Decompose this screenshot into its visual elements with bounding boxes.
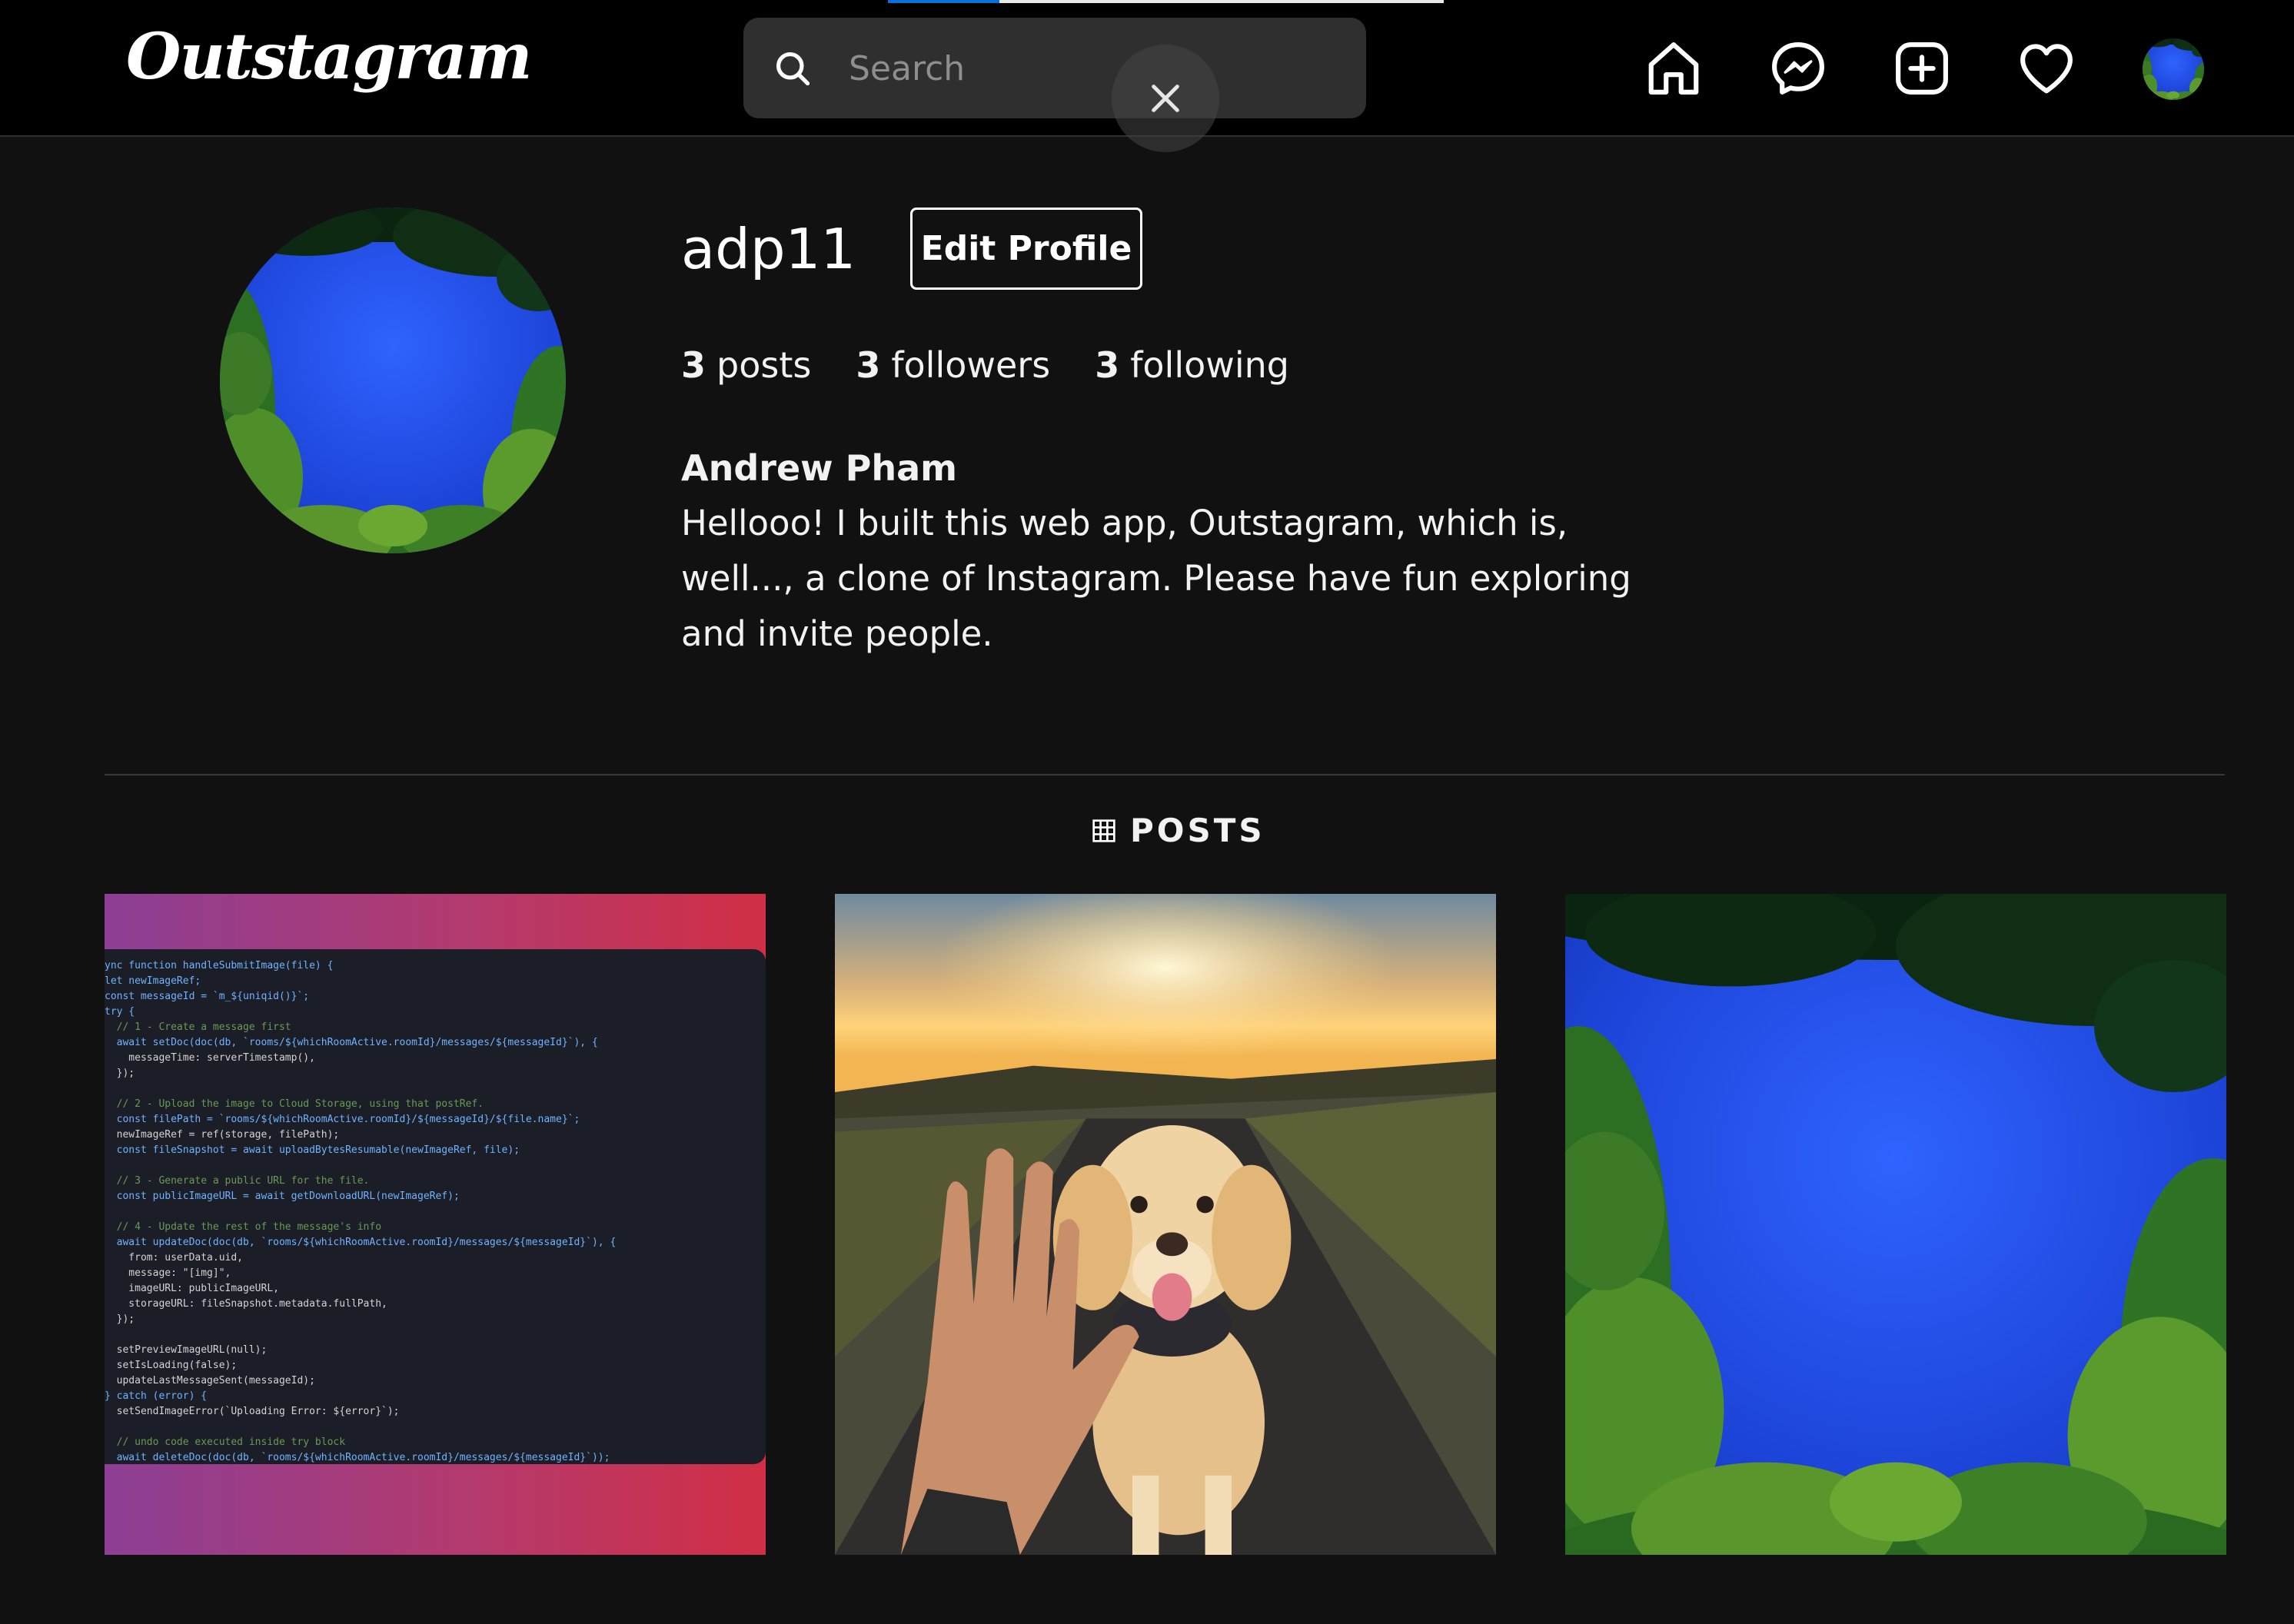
- heart-icon[interactable]: [2016, 38, 2076, 98]
- tab-posts-label: POSTS: [1130, 812, 1265, 849]
- following-count-label: following: [1130, 344, 1290, 386]
- search-icon: [776, 51, 810, 86]
- code-line: // 3 - Generate a public URL for the fil…: [105, 1175, 370, 1187]
- code-line: from: userData.uid,: [105, 1252, 244, 1264]
- code-line: const messageId = `m_${uniqid()}`;: [105, 991, 310, 1002]
- code-line: const publicImageURL = await getDownload…: [105, 1191, 460, 1202]
- loading-progress-bar: [888, 0, 1444, 3]
- code-line: });: [105, 1313, 135, 1325]
- code-line: // 2 - Upload the image to Cloud Storage…: [105, 1098, 484, 1110]
- profile-username: adp11: [681, 217, 856, 281]
- following-count-number: 3: [1095, 344, 1120, 386]
- code-line: });: [105, 1068, 135, 1079]
- messenger-icon[interactable]: [1768, 38, 1828, 98]
- code-line: setSendImageError(`Uploading Error: ${er…: [105, 1406, 400, 1417]
- post-thumbnail-dog[interactable]: [835, 894, 1496, 1555]
- code-line: imageURL: publicImageURL,: [105, 1283, 279, 1294]
- followers-count[interactable]: 3 followers: [856, 338, 1050, 392]
- posts-count[interactable]: 3 posts: [681, 338, 811, 392]
- code-line: // 4 - Update the rest of the message's …: [105, 1221, 382, 1233]
- code-line: // undo code executed inside try block: [105, 1436, 346, 1448]
- code-line: messageTime: serverTimestamp(),: [105, 1052, 315, 1064]
- followers-count-label: followers: [891, 344, 1051, 386]
- post-thumbnail-code[interactable]: ync function handleSubmitImage(file) { le…: [105, 894, 766, 1555]
- code-line: await updateDoc(doc(db, `rooms/${whichRo…: [105, 1237, 617, 1248]
- code-line: updateLastMessageSent(messageId);: [105, 1375, 315, 1387]
- search-bar[interactable]: [743, 18, 1366, 118]
- code-line: storageURL: fileSnapshot.metadata.fullPa…: [105, 1298, 387, 1310]
- profile-stats: 3 posts 3 followers 3 following: [681, 338, 1289, 392]
- code-line: // 1 - Create a message first: [105, 1021, 291, 1033]
- code-line: let newImageRef;: [105, 975, 201, 987]
- avatar[interactable]: [2143, 38, 2204, 100]
- app-logo[interactable]: Outstagram: [126, 11, 533, 103]
- code-snippet: ync function handleSubmitImage(file) { le…: [105, 949, 766, 1464]
- posts-count-label: posts: [716, 344, 812, 386]
- clear-search-button[interactable]: [1112, 45, 1219, 152]
- code-line: const fileSnapshot = await uploadBytesRe…: [105, 1144, 520, 1156]
- posts-count-number: 3: [681, 344, 706, 386]
- code-line: const filePath = `rooms/${whichRoomActiv…: [105, 1114, 580, 1125]
- code-line: try {: [105, 1006, 135, 1018]
- code-line: setIsLoading(false);: [105, 1360, 238, 1371]
- loading-progress-fill: [888, 0, 999, 3]
- profile-avatar[interactable]: [220, 208, 566, 553]
- code-line: newImageRef = ref(storage, filePath);: [105, 1129, 340, 1141]
- section-divider: [105, 774, 2225, 775]
- following-count[interactable]: 3 following: [1095, 338, 1289, 392]
- new-post-icon[interactable]: [1892, 38, 1952, 98]
- tab-posts[interactable]: POSTS: [1092, 812, 1265, 849]
- code-line: setPreviewImageURL(null);: [105, 1344, 268, 1356]
- followers-count-number: 3: [856, 344, 881, 386]
- code-line: ync function handleSubmitImage(file) {: [105, 960, 334, 971]
- code-line: message: "[img]",: [105, 1267, 231, 1279]
- profile-bio: Hellooo! I built this web app, Outstagra…: [681, 503, 1631, 654]
- home-icon[interactable]: [1644, 38, 1704, 98]
- code-line: } catch (error) {: [105, 1390, 208, 1402]
- close-icon: [1152, 85, 1179, 112]
- top-navbar: Outstagram: [0, 0, 2294, 152]
- code-line: await setDoc(doc(db, `rooms/${whichRoomA…: [105, 1037, 598, 1048]
- profile-full-name: Andrew Pham: [681, 447, 958, 489]
- post-thumbnail-trees[interactable]: [1565, 894, 2226, 1555]
- code-line: await deleteDoc(doc(db, `rooms/${whichRo…: [105, 1452, 610, 1463]
- grid-icon: [1092, 819, 1115, 842]
- edit-profile-button[interactable]: Edit Profile: [910, 208, 1142, 290]
